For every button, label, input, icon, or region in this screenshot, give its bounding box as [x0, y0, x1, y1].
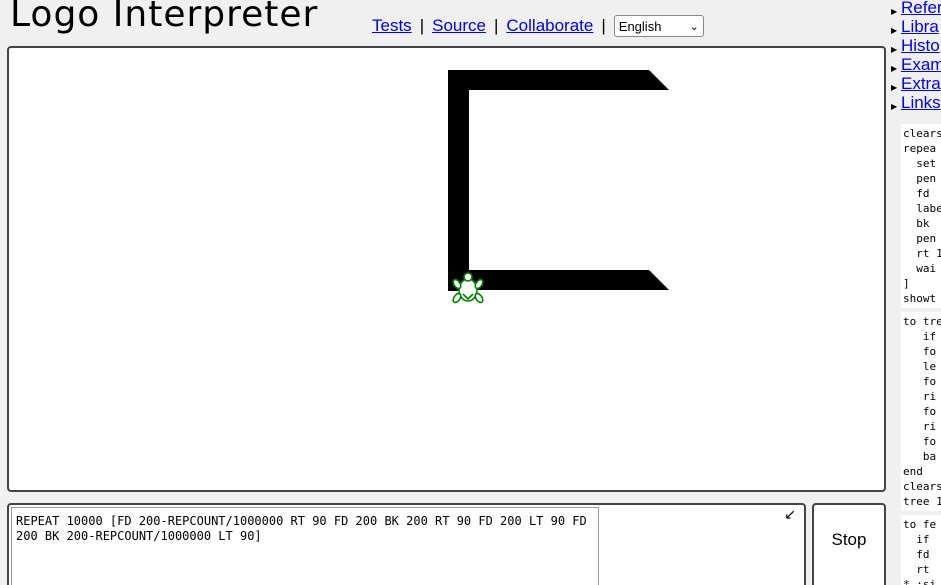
nav-separator: | [601, 16, 606, 35]
code-sample[interactable]: clears repea set pen fd labe bk pen rt 1… [901, 124, 941, 308]
stop-button[interactable]: Stop [812, 503, 886, 585]
triangle-right-icon: ▶ [891, 7, 898, 16]
sidebar-link[interactable]: Libra [901, 17, 939, 36]
sidebar-links: ▶ Refer ▶ Libra ▶ Histo ▶ Exam ▶ Extra ▶ Links [887, 0, 941, 114]
chevron-down-icon: ⌄ [689, 20, 699, 33]
header: Logo Interpreter Tests | Source | Collab… [0, 0, 885, 44]
triangle-right-icon: ▶ [891, 83, 898, 92]
collaborate-link[interactable]: Collaborate [506, 16, 593, 36]
command-input[interactable]: REPEAT 10000 [FD 200-REPCOUNT/1000000 RT… [11, 507, 599, 585]
triangle-right-icon: ▶ [891, 45, 898, 54]
expand-editor-icon[interactable]: ↙ [784, 507, 796, 523]
triangle-right-icon: ▶ [891, 26, 898, 35]
sidebar-link[interactable]: Exam [901, 55, 941, 74]
drawn-path [448, 70, 669, 291]
app-logo: Logo Interpreter [10, 0, 319, 35]
turtle-canvas[interactable] [7, 46, 886, 492]
triangle-right-icon: ▶ [891, 102, 898, 111]
tests-link[interactable]: Tests [372, 16, 412, 36]
code-sample[interactable]: to fe if fd rt * :si [901, 515, 941, 585]
code-sample[interactable]: to tre if fo le fo ri fo ri fo ba end cl… [901, 312, 941, 511]
sidebar-link[interactable]: Extra [901, 74, 941, 93]
source-link[interactable]: Source [432, 16, 486, 36]
nav-separator: | [493, 16, 499, 35]
nav-separator: | [419, 16, 425, 35]
sidebar-item-links[interactable]: ▶ Links [887, 93, 941, 114]
language-select[interactable]: English ⌄ [613, 15, 704, 37]
triangle-right-icon: ▶ [891, 64, 898, 73]
sidebar: ▶ Refer ▶ Libra ▶ Histo ▶ Exam ▶ Extra ▶ Links… [887, 0, 941, 585]
canvas-drawing [448, 70, 669, 304]
sidebar-link[interactable]: Histo [901, 36, 940, 55]
sidebar-link[interactable]: Refer [901, 0, 941, 17]
language-selected: English [618, 18, 662, 34]
sidebar-link[interactable]: Links [901, 93, 941, 112]
command-panel: REPEAT 10000 [FD 200-REPCOUNT/1000000 RT… [7, 503, 806, 585]
top-nav: Tests | Source | Collaborate | English ⌄ [372, 15, 704, 37]
